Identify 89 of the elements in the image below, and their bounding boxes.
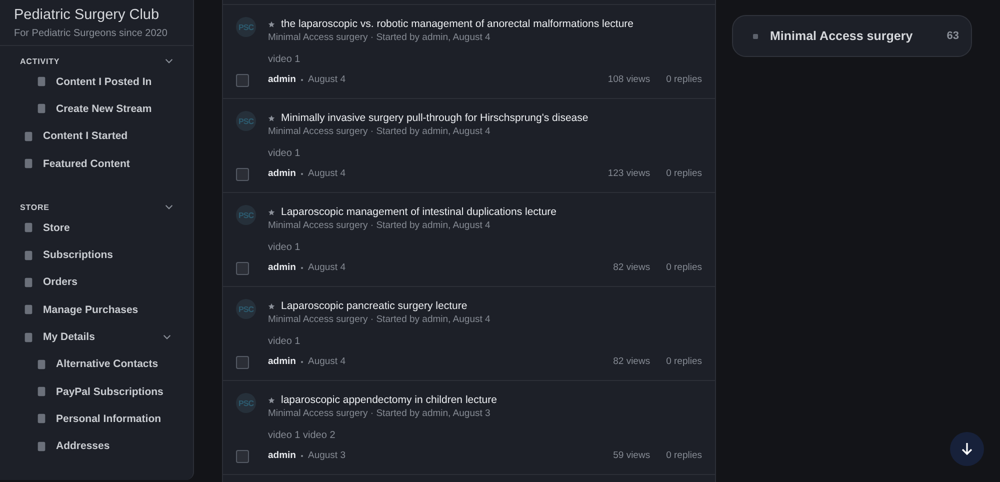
item-icon — [23, 332, 34, 343]
chevron-icon[interactable] — [165, 58, 173, 64]
separator-dot — [300, 360, 303, 362]
item-icon — [23, 158, 34, 170]
view-count: 123 views — [608, 168, 650, 179]
checkbox[interactable] — [236, 262, 249, 275]
topic-excerpt: video 1 — [268, 148, 302, 159]
item-icon — [23, 130, 34, 142]
topic-title[interactable]: Minimally invasive surgery pull-through for Hirschsprung's disease — [281, 112, 588, 124]
reply-count: 0 replies — [666, 356, 702, 367]
item-icon — [36, 358, 47, 370]
checkbox[interactable] — [236, 74, 249, 87]
item-icon — [23, 276, 34, 288]
author-link[interactable]: admin — [268, 74, 296, 85]
topic-title[interactable]: Laparoscopic pancreatic surgery lecture — [281, 300, 468, 312]
star-icon — [268, 20, 275, 28]
topic-title[interactable]: laparoscopic appendectomy in children lecture — [281, 394, 497, 406]
separator-dot — [300, 266, 303, 268]
topic-count: 63 — [946, 30, 959, 42]
star-icon — [268, 208, 275, 216]
view-count: 59 views — [613, 450, 650, 461]
post-date: August 4 — [308, 168, 346, 179]
checkbox[interactable] — [236, 356, 249, 369]
item-icon — [23, 250, 34, 261]
site-subtitle: For Pediatric Surgeons since 2020 — [14, 28, 168, 39]
author-link[interactable]: admin — [268, 168, 296, 179]
sidebar-item[interactable]: Subscriptions — [0, 241, 193, 269]
reply-count: 0 replies — [666, 262, 702, 273]
sidebar-item[interactable]: Content I Posted In — [0, 68, 193, 96]
post-date: August 4 — [308, 356, 346, 367]
author-link[interactable]: admin — [268, 356, 296, 367]
scroll-down-button[interactable] — [950, 432, 984, 466]
topic-meta: Minimal Access surgery · Started by admin, August 4 — [268, 126, 492, 137]
separator-dot — [300, 78, 303, 80]
reply-count: 0 replies — [666, 168, 702, 179]
separator-dot — [300, 172, 303, 174]
section-heading: STORE — [20, 202, 50, 212]
sidebar-item[interactable]: Store — [0, 214, 193, 242]
star-icon — [268, 114, 275, 122]
sidebar-item[interactable]: My Details — [0, 323, 193, 351]
item-icon — [36, 76, 47, 88]
sidebar-item[interactable]: Featured Content — [0, 150, 193, 178]
item-icon — [23, 304, 34, 316]
sidebar-item[interactable]: Create New Stream — [0, 95, 193, 123]
reply-count: 0 replies — [666, 450, 702, 461]
checkbox[interactable] — [236, 450, 249, 463]
author-link[interactable]: admin — [268, 450, 296, 461]
star-icon — [268, 396, 275, 404]
sidebar-item[interactable]: Content I Started — [0, 122, 193, 150]
section-heading: ACTIVITY — [20, 56, 60, 66]
topic-excerpt: video 1 video 2 — [268, 430, 336, 441]
topic-excerpt: video 1 — [268, 336, 302, 347]
sidebar-item[interactable]: Addresses — [0, 432, 193, 460]
chevron-icon[interactable] — [165, 204, 173, 210]
item-icon — [36, 103, 47, 114]
category-pill[interactable]: Minimal Access surgery 63 — [732, 15, 972, 57]
sidebar-item[interactable]: PayPal Subscriptions — [0, 378, 193, 406]
separator-dot — [300, 454, 303, 456]
topic-meta: Minimal Access surgery · Started by admin, August 4 — [268, 32, 492, 43]
sidebar-item[interactable]: Alternative Contacts — [0, 350, 193, 378]
reply-count: 0 replies — [666, 74, 702, 85]
bullet-icon — [753, 34, 758, 38]
view-count: 82 views — [613, 262, 650, 273]
item-icon — [36, 413, 47, 424]
topic-excerpt: video 1 — [268, 54, 302, 65]
topic-excerpt: video 1 — [268, 242, 302, 253]
topic-title[interactable]: the laparoscopic vs. robotic management of anorectal malformations lecture — [281, 18, 634, 30]
topic-meta: Minimal Access surgery · Started by admin, August 4 — [268, 220, 492, 231]
arrow-down-icon — [960, 442, 974, 456]
topic-meta: Minimal Access surgery · Started by admin, August 3 — [268, 408, 492, 419]
category-name: Minimal Access surgery — [770, 29, 913, 43]
view-count: 108 views — [608, 74, 650, 85]
topic-meta: Minimal Access surgery · Started by admin, August 4 — [268, 314, 492, 325]
post-date: August 3 — [308, 450, 346, 461]
sidebar-item[interactable]: Personal Information — [0, 405, 193, 433]
item-icon — [36, 440, 47, 452]
sidebar-item[interactable]: Orders — [0, 268, 193, 296]
item-icon — [23, 222, 34, 234]
site-title[interactable]: Pediatric Surgery Club — [14, 7, 179, 23]
checkbox[interactable] — [236, 168, 249, 181]
post-date: August 4 — [308, 262, 346, 273]
post-date: August 4 — [308, 74, 346, 85]
topic-title[interactable]: Laparoscopic management of intestinal duplications lecture — [281, 206, 556, 218]
chevron-icon[interactable] — [163, 334, 171, 340]
item-icon — [36, 386, 47, 398]
star-icon — [268, 302, 275, 310]
author-link[interactable]: admin — [268, 262, 296, 273]
sidebar-item[interactable]: Manage Purchases — [0, 296, 193, 324]
view-count: 82 views — [613, 356, 650, 367]
